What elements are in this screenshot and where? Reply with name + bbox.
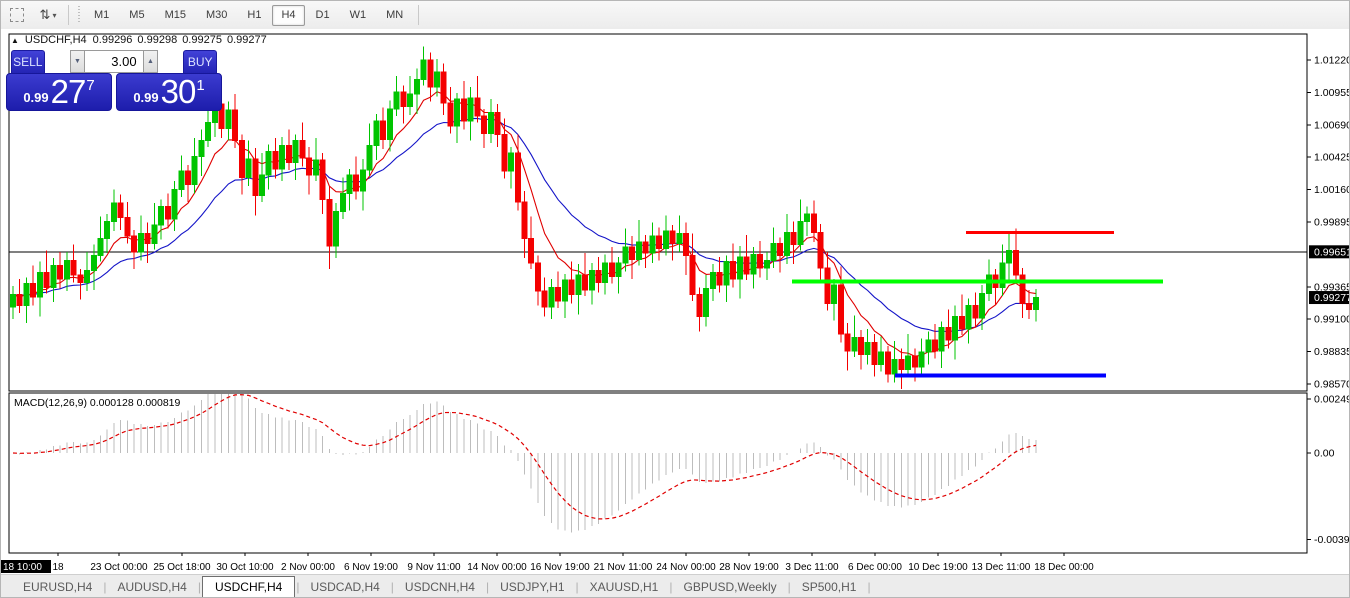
volume-increase-button[interactable]: ▲: [143, 50, 159, 73]
price-axis-tick: 1.00160: [1314, 184, 1350, 196]
timeframe-button-h4[interactable]: H4: [272, 5, 304, 26]
toolbar-separator: [68, 5, 69, 25]
time-axis-label: 2 Nov 00:00: [281, 562, 335, 573]
time-cursor-box: 18 10:00: [3, 562, 42, 573]
sell-price-sup: 7: [86, 77, 94, 94]
chart-symbol-label: USDCHF,H4: [25, 34, 87, 46]
chart-tab-usdcad[interactable]: USDCAD,H4: [300, 577, 389, 597]
tab-divider: |: [576, 580, 579, 594]
ohlc-close: 0.99277: [227, 34, 267, 46]
tab-divider: |: [198, 580, 201, 594]
time-axis-label: 10 Dec 19:00: [908, 562, 968, 573]
chart-tab-bar: EURUSD,H4|AUDUSD,H4|USDCHF,H4|USDCAD,H4|…: [1, 574, 1350, 598]
macd-axis-tick: 0.002492: [1314, 394, 1350, 406]
buy-price-big: 30: [161, 73, 196, 111]
time-axis-label: 28 Nov 19:00: [719, 562, 779, 573]
time-axis-label: 30 Oct 10:00: [216, 562, 274, 573]
sell-price-display[interactable]: 0.99 27 7: [6, 73, 112, 111]
price-axis-tick: 1.00425: [1314, 152, 1350, 164]
timeframe-button-mn[interactable]: MN: [377, 5, 412, 26]
buy-price-display[interactable]: 0.99 30 1: [116, 73, 222, 111]
sell-price-big: 27: [51, 73, 86, 111]
tab-divider: |: [669, 580, 672, 594]
price-axis-tick: 0.99895: [1314, 216, 1350, 228]
time-axis-label: 24 Nov 00:00: [656, 562, 716, 573]
chart-tab-usdcnh[interactable]: USDCNH,H4: [395, 577, 485, 597]
timeframe-button-m1[interactable]: M1: [85, 5, 118, 26]
chart-canvas[interactable]: ▲ USDCHF,H4 0.99296 0.99298 0.99275 0.99…: [1, 29, 1350, 574]
one-click-trading-panel: SELL ▼ 3.00 ▲ BUY 0.99 27 7 0.99 30 1: [6, 50, 222, 111]
buy-price-sup: 1: [196, 77, 204, 94]
tab-divider: |: [867, 580, 870, 594]
price-axis-tick: 0.99100: [1314, 314, 1350, 326]
buy-button[interactable]: BUY: [183, 50, 217, 73]
tab-divider: |: [103, 580, 106, 594]
timeframe-button-w1[interactable]: W1: [341, 5, 376, 26]
time-axis-label: 6 Nov 19:00: [344, 562, 398, 573]
price-axis-tick: 1.00690: [1314, 119, 1350, 131]
chart-tab-usdjpy[interactable]: USDJPY,H1: [490, 577, 574, 597]
price-axis-tick: 0.98570: [1314, 378, 1350, 390]
chevron-down-icon: ▾: [52, 11, 56, 20]
time-axis-label: 18: [52, 562, 64, 573]
ohlc-open: 0.99296: [93, 34, 133, 46]
price-marker-box: 0.99651: [1314, 246, 1350, 258]
chart-tab-audusd[interactable]: AUDUSD,H4: [107, 577, 196, 597]
ohlc-low: 0.99275: [182, 34, 222, 46]
ohlc-high: 0.99298: [137, 34, 177, 46]
time-axis-label: 14 Nov 00:00: [467, 562, 527, 573]
price-marker-box: 0.99277: [1314, 292, 1350, 304]
timeframe-button-m5[interactable]: M5: [120, 5, 153, 26]
time-axis-label: 9 Nov 11:00: [407, 562, 461, 573]
chart-tab-eurusd[interactable]: EURUSD,H4: [13, 577, 102, 597]
time-axis-label: 13 Dec 11:00: [972, 562, 1031, 573]
time-axis-label: 23 Oct 00:00: [90, 562, 148, 573]
macd-indicator-label: MACD(12,26,9) 0.000128 0.000819: [14, 397, 181, 409]
price-axis-tick: 1.00955: [1314, 87, 1350, 99]
timeframe-button-m30[interactable]: M30: [197, 5, 236, 26]
time-axis-label: 16 Nov 19:00: [530, 562, 590, 573]
tab-divider: |: [788, 580, 791, 594]
chart-tab-sp500[interactable]: SP500,H1: [792, 577, 867, 597]
time-axis-label: 25 Oct 18:00: [153, 562, 211, 573]
tab-divider: |: [296, 580, 299, 594]
tab-divider: |: [391, 580, 394, 594]
price-axis-tick: 1.01220: [1314, 55, 1350, 67]
toolbar-grip[interactable]: [77, 6, 81, 24]
sell-price-prefix: 0.99: [23, 90, 48, 105]
direction-up-icon: ▲: [11, 36, 19, 45]
chart-title: ▲ USDCHF,H4 0.99296 0.99298 0.99275 0.99…: [11, 34, 267, 46]
price-axis-tick: 0.98835: [1314, 346, 1350, 358]
trading-terminal-window: ⇅ ▾ M1M5M15M30H1H4D1W1MN ▲ USDCHF,H4 0.9…: [0, 0, 1350, 598]
chart-tab-usdchf[interactable]: USDCHF,H4: [202, 576, 295, 598]
timeframe-button-m15[interactable]: M15: [156, 5, 195, 26]
tab-divider: |: [486, 580, 489, 594]
time-axis-label: 21 Nov 11:00: [594, 562, 653, 573]
sell-button[interactable]: SELL: [11, 50, 45, 73]
selection-icon[interactable]: [7, 5, 27, 25]
chart-tab-xauusd[interactable]: XAUUSD,H1: [580, 577, 669, 597]
chart-tab-gbpusd[interactable]: GBPUSD,Weekly: [673, 577, 786, 597]
arrange-arrows-icon[interactable]: ⇅ ▾: [33, 5, 63, 25]
volume-decrease-button[interactable]: ▼: [70, 50, 86, 73]
timeframe-toolbar: ⇅ ▾ M1M5M15M30H1H4D1W1MN: [1, 1, 1350, 30]
timeframe-button-h1[interactable]: H1: [238, 5, 270, 26]
buy-price-prefix: 0.99: [133, 90, 158, 105]
timeframe-button-d1[interactable]: D1: [307, 5, 339, 26]
arrows-glyph: ⇅: [40, 7, 51, 23]
time-axis-label: 18 Dec 00:00: [1034, 562, 1094, 573]
macd-axis-tick: 0.00: [1314, 448, 1335, 460]
time-axis-label: 6 Dec 00:00: [848, 562, 902, 573]
volume-input[interactable]: 3.00: [85, 50, 142, 73]
time-axis-label: 3 Dec 11:00: [785, 562, 839, 573]
toolbar-separator: [418, 5, 419, 25]
macd-axis-tick: -0.003913: [1314, 534, 1350, 546]
